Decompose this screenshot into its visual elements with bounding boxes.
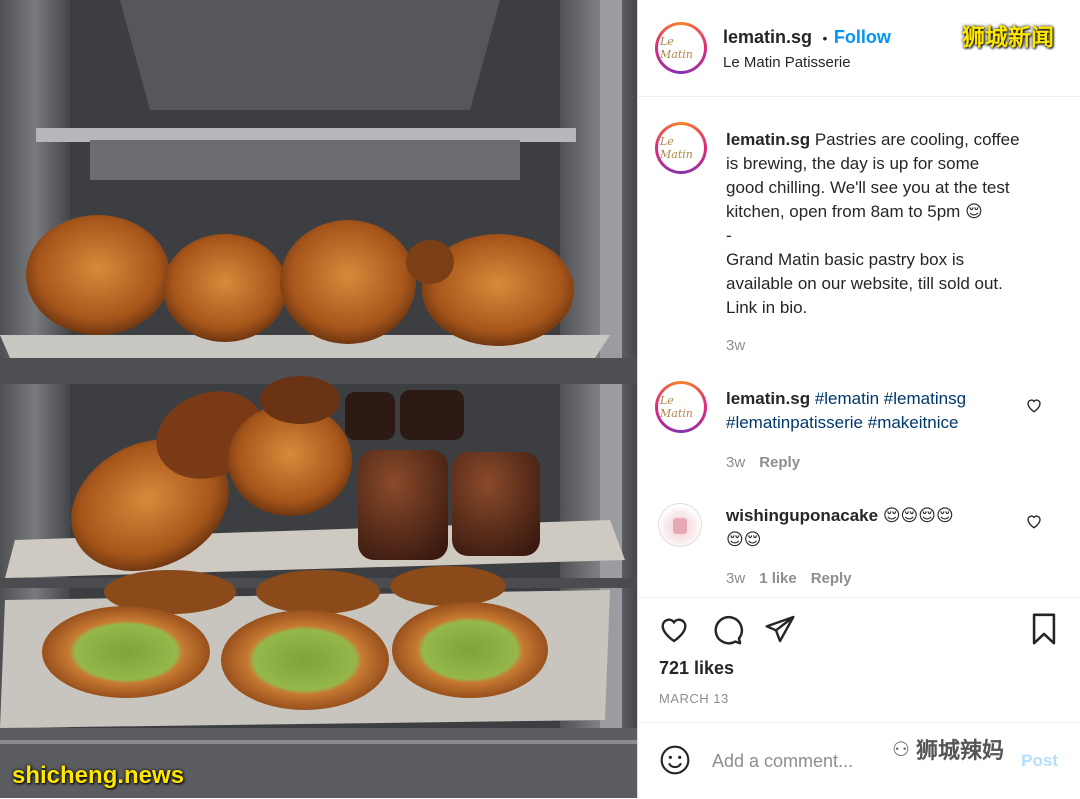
caption-username[interactable]: lematin.sg bbox=[726, 130, 810, 149]
like-count[interactable]: 721 likes bbox=[659, 658, 734, 679]
like-comment-heart-icon[interactable] bbox=[1025, 512, 1043, 530]
post-comment-button[interactable]: Post bbox=[1021, 751, 1058, 771]
author-username[interactable]: lematin.sg bbox=[723, 27, 812, 47]
pistachio-danishes bbox=[42, 566, 548, 710]
reply-button[interactable]: Reply bbox=[759, 454, 800, 471]
comment-text: wishinguponacake 😌😌😌😌 😌😌 bbox=[726, 506, 954, 549]
watermark-top-right: 狮城新闻 bbox=[962, 24, 1054, 50]
save-bookmark-icon[interactable] bbox=[1029, 612, 1059, 646]
commenter-avatar[interactable] bbox=[658, 503, 702, 547]
comment-username[interactable]: lematin.sg bbox=[726, 389, 810, 408]
emoji-icon[interactable] bbox=[659, 744, 691, 776]
comment-bar: Add a comment... Post ⚇ 狮城辣妈 bbox=[638, 722, 1080, 799]
follow-button[interactable]: Follow bbox=[834, 27, 891, 47]
comment-input[interactable]: Add a comment... bbox=[712, 751, 853, 772]
post-date: MARCH 13 bbox=[659, 691, 729, 706]
author-subtitle: Le Matin Patisserie bbox=[723, 54, 851, 71]
caption-avatar[interactable]: Le Matin bbox=[655, 122, 707, 174]
cake-icon bbox=[673, 518, 687, 534]
comment-meta: 3w 1 like Reply bbox=[726, 570, 852, 587]
caption-text: lematin.sg Pastries are cooling, coffee … bbox=[726, 130, 1020, 317]
watermark-bottom-left: shicheng.news bbox=[12, 762, 185, 789]
share-paper-plane-icon[interactable] bbox=[763, 613, 797, 645]
post-header: Le Matin lematin.sg • Follow Le Matin Pa… bbox=[638, 0, 1080, 97]
caption-timestamp[interactable]: 3w bbox=[726, 337, 745, 354]
reply-button[interactable]: Reply bbox=[811, 570, 852, 587]
comment-bubble-icon[interactable] bbox=[710, 613, 744, 646]
comment-likes[interactable]: 1 like bbox=[759, 570, 797, 587]
separator-dot: • bbox=[822, 30, 828, 46]
like-comment-heart-icon[interactable] bbox=[1025, 396, 1043, 414]
author-avatar[interactable]: Le Matin bbox=[655, 22, 707, 74]
pastry-rack-image bbox=[0, 0, 637, 798]
comment-username[interactable]: wishinguponacake bbox=[726, 506, 878, 525]
hashtag-link[interactable]: #lematin #lematinsg bbox=[815, 389, 966, 408]
like-heart-icon[interactable] bbox=[657, 613, 691, 645]
comment-meta: 3w Reply bbox=[726, 454, 800, 471]
comment-text: lematin.sg #lematin #lematinsg #lematinp… bbox=[726, 387, 1046, 435]
post-details-panel: Le Matin lematin.sg • Follow Le Matin Pa… bbox=[637, 0, 1080, 798]
hashtag-link[interactable]: #lematinpatisserie #makeitnice bbox=[726, 411, 1046, 435]
action-bar bbox=[638, 597, 1080, 645]
wechat-icon: ⚇ bbox=[892, 738, 910, 761]
comment-timestamp[interactable]: 3w bbox=[726, 570, 745, 587]
watermark-bottom-right: ⚇ 狮城辣妈 bbox=[892, 738, 1004, 763]
comment-avatar[interactable]: Le Matin bbox=[655, 381, 707, 433]
comment-timestamp[interactable]: 3w bbox=[726, 454, 745, 471]
post-photo[interactable]: shicheng.news bbox=[0, 0, 637, 798]
